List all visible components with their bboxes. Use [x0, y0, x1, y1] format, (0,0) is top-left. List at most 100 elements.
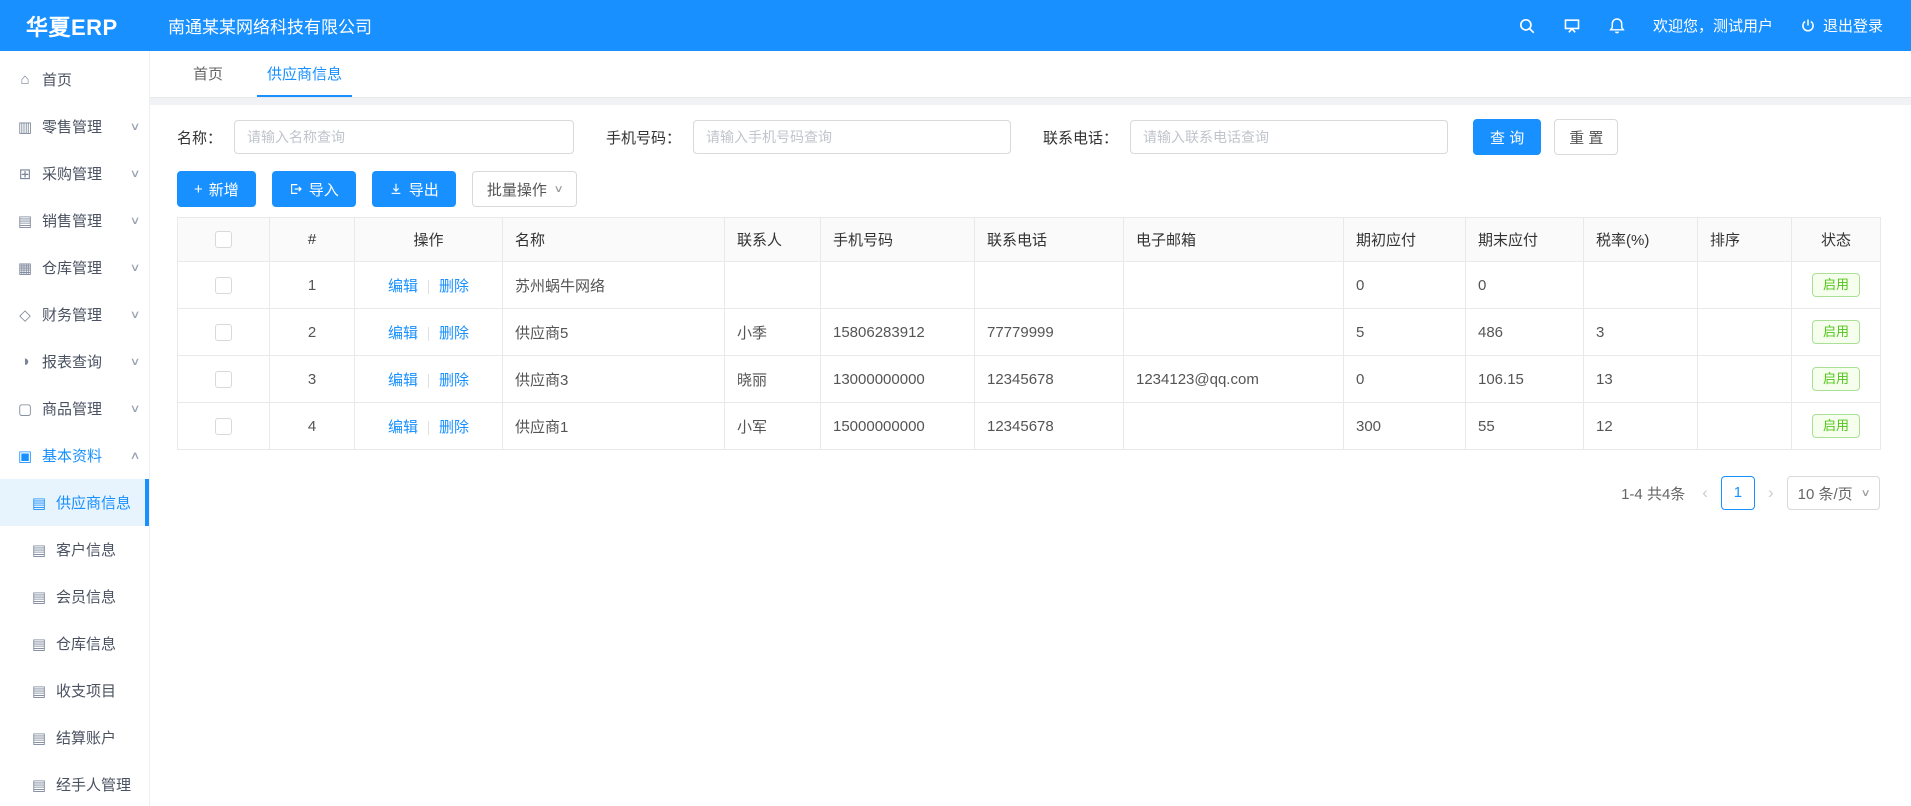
edit-link[interactable]: 编辑	[388, 372, 418, 389]
mobile-filter-input[interactable]	[693, 120, 1011, 154]
top-header: 华夏ERP 南通某某网络科技有限公司 欢迎您，测试用户 退出登录	[0, 0, 1911, 51]
sidebar-subitem-6[interactable]: ▤经手人管理	[0, 761, 149, 806]
search-icon[interactable]	[1518, 17, 1536, 35]
screen-icon[interactable]	[1563, 17, 1581, 35]
cell-name: 供应商3	[503, 356, 725, 403]
header-actions: 欢迎您，测试用户 退出登录	[1518, 15, 1911, 36]
chevron-up-icon: ∧	[130, 449, 141, 462]
tel-filter-group: 联系电话：	[1043, 120, 1448, 154]
name-filter-input[interactable]	[234, 120, 574, 154]
purchase-icon: ⊞	[15, 165, 35, 183]
edit-link[interactable]: 编辑	[388, 419, 418, 436]
action-divider	[428, 374, 429, 388]
cell-begin: 0	[1344, 262, 1466, 309]
page-size-select[interactable]: 10 条/页 ∨	[1787, 476, 1880, 510]
row-index: 4	[270, 403, 355, 450]
sidebar-subitem-4[interactable]: ▤收支项目	[0, 667, 149, 714]
edit-link[interactable]: 编辑	[388, 325, 418, 342]
cell-mobile: 13000000000	[821, 356, 975, 403]
sidebar-item-2[interactable]: ⊞采购管理∨	[0, 150, 149, 197]
doc-icon: ▤	[29, 541, 49, 559]
sidebar-subitem-2[interactable]: ▤会员信息	[0, 573, 149, 620]
sidebar-subitem-0[interactable]: ▤供应商信息	[0, 479, 149, 526]
name-filter-label: 名称：	[177, 127, 222, 148]
tab-0[interactable]: 首页	[183, 51, 233, 97]
row-index: 1	[270, 262, 355, 309]
row-index: 3	[270, 356, 355, 403]
delete-link[interactable]: 删除	[439, 419, 469, 436]
name-filter-group: 名称：	[177, 120, 574, 154]
delete-link[interactable]: 删除	[439, 372, 469, 389]
actions-cell: 编辑 删除	[355, 403, 503, 450]
cell-name: 苏州蜗牛网络	[503, 262, 725, 309]
goods-icon: ▢	[15, 400, 35, 418]
filter-bar: 名称： 手机号码： 联系电话： 查 询 重 置	[177, 119, 1911, 155]
row-checkbox[interactable]	[215, 371, 232, 388]
sidebar-item-label: 仓库管理	[42, 257, 131, 278]
chevron-down-icon: ∨	[130, 308, 141, 321]
sidebar-item-4[interactable]: ▦仓库管理∨	[0, 244, 149, 291]
column-header: 税率(%)	[1584, 218, 1698, 262]
edit-link[interactable]: 编辑	[388, 278, 418, 295]
chevron-down-icon: ∨	[130, 261, 141, 274]
cell-contact: 小季	[725, 309, 821, 356]
search-button[interactable]: 查 询	[1473, 119, 1541, 155]
cell-end: 0	[1466, 262, 1584, 309]
add-button[interactable]: + 新增	[177, 171, 256, 207]
sidebar-item-7[interactable]: ▢商品管理∨	[0, 385, 149, 432]
add-button-label: 新增	[209, 179, 239, 200]
export-button[interactable]: 导出	[372, 171, 456, 207]
sidebar-subitem-5[interactable]: ▤结算账户	[0, 714, 149, 761]
cell-mobile: 15806283912	[821, 309, 975, 356]
column-header: #	[270, 218, 355, 262]
column-header: 电子邮箱	[1124, 218, 1344, 262]
checkbox-cell	[178, 356, 270, 403]
cell-begin: 0	[1344, 356, 1466, 403]
sidebar-subitem-3[interactable]: ▤仓库信息	[0, 620, 149, 667]
delete-link[interactable]: 删除	[439, 278, 469, 295]
sidebar-item-0[interactable]: ⌂首页	[0, 56, 149, 103]
doc-icon: ▤	[29, 729, 49, 747]
row-checkbox[interactable]	[215, 277, 232, 294]
column-header: 操作	[355, 218, 503, 262]
table-row: 4编辑删除供应商1小军15000000000123456783005512启用	[178, 403, 1881, 450]
cell-email	[1124, 262, 1344, 309]
logout-button[interactable]: 退出登录	[1800, 15, 1883, 36]
cell-email: 1234123@qq.com	[1124, 356, 1344, 403]
status-cell: 启用	[1792, 262, 1881, 309]
prev-page-button[interactable]: ‹	[1699, 483, 1711, 503]
table-row: 3编辑删除供应商3晓丽13000000000123456781234123@qq…	[178, 356, 1881, 403]
main-layout: ⌂首页▥零售管理∨⊞采购管理∨▤销售管理∨▦仓库管理∨◇财务管理∨◑报表查询∨▢…	[0, 51, 1911, 806]
batch-actions-button[interactable]: 批量操作 ∨	[472, 171, 577, 207]
sidebar-item-label: 首页	[42, 69, 139, 90]
sidebar-item-5[interactable]: ◇财务管理∨	[0, 291, 149, 338]
import-button[interactable]: 导入	[272, 171, 356, 207]
delete-link[interactable]: 删除	[439, 325, 469, 342]
cell-end: 486	[1466, 309, 1584, 356]
next-page-button[interactable]: ›	[1765, 483, 1777, 503]
sidebar-item-3[interactable]: ▤销售管理∨	[0, 197, 149, 244]
row-checkbox[interactable]	[215, 418, 232, 435]
sidebar: ⌂首页▥零售管理∨⊞采购管理∨▤销售管理∨▦仓库管理∨◇财务管理∨◑报表查询∨▢…	[0, 51, 150, 806]
sidebar-item-8[interactable]: ▣基本资料∧	[0, 432, 149, 479]
actions-cell: 编辑 删除	[355, 356, 503, 403]
welcome-text: 欢迎您，测试用户	[1653, 15, 1773, 36]
select-all-checkbox[interactable]	[215, 231, 232, 248]
bell-icon[interactable]	[1608, 17, 1626, 35]
sidebar-item-6[interactable]: ◑报表查询∨	[0, 338, 149, 385]
tel-filter-input[interactable]	[1130, 120, 1448, 154]
sidebar-subitem-1[interactable]: ▤客户信息	[0, 526, 149, 573]
cell-begin: 300	[1344, 403, 1466, 450]
pagination-total: 1-4 共4条	[1621, 483, 1685, 504]
column-header: 期末应付	[1466, 218, 1584, 262]
logout-icon	[1800, 18, 1816, 34]
sales-icon: ▤	[15, 212, 35, 230]
page-number-button[interactable]: 1	[1721, 476, 1755, 510]
action-divider	[428, 421, 429, 435]
reset-button[interactable]: 重 置	[1554, 119, 1618, 155]
sidebar-item-1[interactable]: ▥零售管理∨	[0, 103, 149, 150]
company-name: 南通某某网络科技有限公司	[168, 13, 372, 38]
tab-1[interactable]: 供应商信息	[257, 51, 352, 97]
row-checkbox[interactable]	[215, 324, 232, 341]
sidebar-subitem-label: 会员信息	[56, 586, 143, 607]
